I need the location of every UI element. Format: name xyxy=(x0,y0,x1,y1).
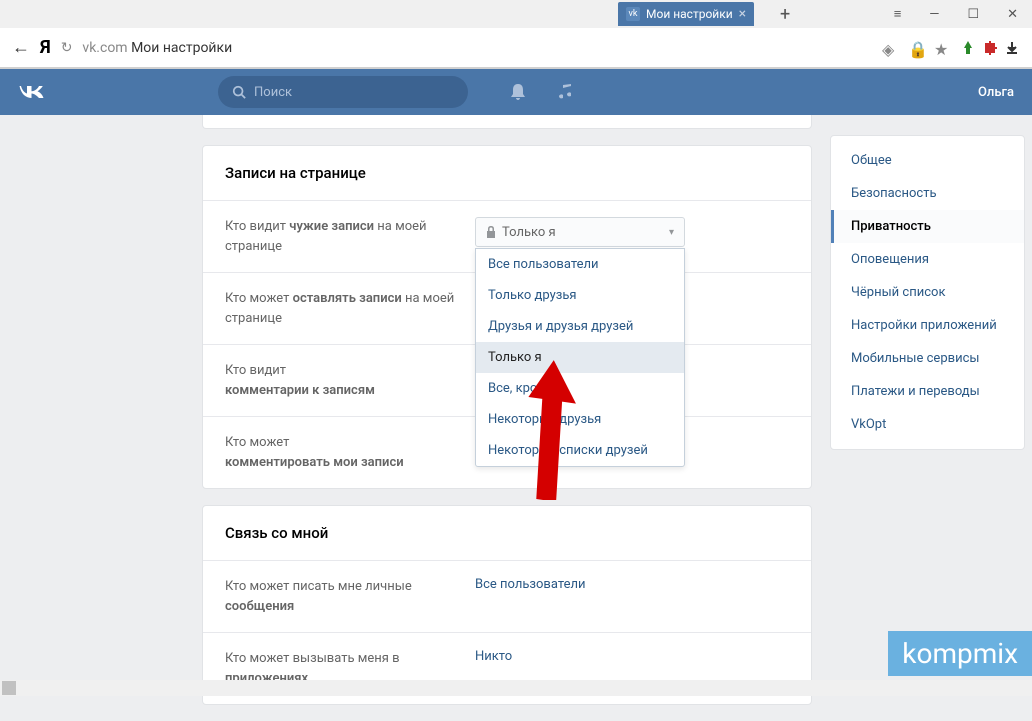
music-icon[interactable] xyxy=(556,82,576,102)
sidebar-menu: ОбщееБезопасностьПриватностьОповещенияЧё… xyxy=(830,135,1025,450)
notifications-icon[interactable] xyxy=(508,82,528,102)
tab-title: Мои настройки xyxy=(646,7,733,21)
dropdown: Только я ▾ Все пользователиТолько друзья… xyxy=(475,217,789,247)
vk-favicon: vk xyxy=(626,7,640,21)
contact-header: Связь со мной xyxy=(203,506,811,561)
setting-value[interactable]: Никто xyxy=(475,649,789,664)
horizontal-scrollbar[interactable] xyxy=(0,680,1032,696)
dropdown-option[interactable]: Только друзья xyxy=(476,280,684,311)
shield-icon[interactable]: ◈ xyxy=(882,40,898,56)
browser-chrome: vk Мои настройки × + ≡ — ☐ ✕ ← Я ↻ vk.co… xyxy=(0,0,1032,69)
setting-label: Кто может комментировать мои записи xyxy=(225,433,475,472)
sidebar-item[interactable]: VkOpt xyxy=(831,408,1024,441)
tab-bar: vk Мои настройки × + ≡ — ☐ ✕ xyxy=(0,0,1032,28)
minimize-icon[interactable]: — xyxy=(921,3,947,26)
bookmark-icon[interactable]: ★ xyxy=(934,40,950,56)
menu-icon[interactable]: ≡ xyxy=(886,2,910,26)
close-window-icon[interactable]: ✕ xyxy=(999,3,1026,26)
sidebar-item[interactable]: Настройки приложений xyxy=(831,309,1024,342)
dropdown-option[interactable]: Некоторые друзья xyxy=(476,404,684,435)
watermark: kompmix xyxy=(888,631,1032,676)
vk-header: Ольга xyxy=(0,69,1032,115)
yandex-logo[interactable]: Я xyxy=(40,37,51,58)
dropdown-option[interactable]: Все пользователи xyxy=(476,249,684,280)
dropdown-selected[interactable]: Только я ▾ xyxy=(475,217,685,247)
contact-section: Связь со мной Кто может писать мне личны… xyxy=(202,505,812,705)
sidebar-item[interactable]: Чёрный список xyxy=(831,276,1024,309)
sidebar-item[interactable]: Платежи и переводы xyxy=(831,375,1024,408)
lock-icon xyxy=(486,226,496,238)
search-box[interactable] xyxy=(218,76,468,108)
sidebar-item[interactable]: Общее xyxy=(831,144,1024,177)
address-bar-icons: ◈ 🔒 ★ xyxy=(882,40,1020,56)
setting-label: Кто видит чужие записи на моей странице xyxy=(225,217,475,256)
setting-value[interactable]: Все пользователи xyxy=(475,577,789,592)
dropdown-option[interactable]: Только я xyxy=(476,342,684,373)
download-icon[interactable] xyxy=(1004,40,1020,56)
page-body: Записи на странице Кто видит чужие запис… xyxy=(0,115,1032,721)
reload-icon[interactable]: ↻ xyxy=(61,40,73,56)
prev-card-edge xyxy=(202,115,812,129)
setting-label: Кто видит комментарии к записям xyxy=(225,361,475,400)
sidebar-item[interactable]: Приватность xyxy=(831,210,1024,243)
scrollbar-thumb[interactable] xyxy=(2,681,16,695)
sidebar-item[interactable]: Оповещения xyxy=(831,243,1024,276)
vk-logo[interactable] xyxy=(18,82,48,102)
main-content: Записи на странице Кто видит чужие запис… xyxy=(202,115,812,721)
back-button[interactable]: ← xyxy=(12,37,30,58)
setting-others-posts: Кто видит чужие записи на моей странице … xyxy=(203,201,811,273)
user-name[interactable]: Ольга xyxy=(978,85,1014,100)
sidebar-item[interactable]: Безопасность xyxy=(831,177,1024,210)
address-bar: ← Я ↻ vk.com Мои настройки ◈ 🔒 ★ xyxy=(0,28,1032,68)
setting-label: Кто может оставлять записи на моей стран… xyxy=(225,289,475,328)
tab-close-icon[interactable]: × xyxy=(739,6,746,22)
sidebar-item[interactable]: Мобильные сервисы xyxy=(831,342,1024,375)
posts-header: Записи на странице xyxy=(203,146,811,201)
url-display[interactable]: vk.com Мои настройки xyxy=(82,40,232,56)
puzzle-ext-icon[interactable] xyxy=(982,40,998,56)
dropdown-list: Все пользователиТолько друзьяДрузья и др… xyxy=(475,248,685,467)
browser-tab[interactable]: vk Мои настройки × xyxy=(618,2,754,26)
lock-icon[interactable]: 🔒 xyxy=(908,40,924,56)
dropdown-option[interactable]: Друзья и друзья друзей xyxy=(476,311,684,342)
search-input[interactable] xyxy=(254,85,454,100)
window-controls: ≡ — ☐ ✕ xyxy=(886,2,1026,26)
posts-section: Записи на странице Кто видит чужие запис… xyxy=(202,145,812,489)
search-icon xyxy=(232,85,246,99)
maximize-icon[interactable]: ☐ xyxy=(959,3,987,26)
chevron-down-icon: ▾ xyxy=(669,227,674,238)
dropdown-option[interactable]: Некоторые списки друзей xyxy=(476,435,684,466)
setting-messages: Кто может писать мне личные сообщения Вс… xyxy=(203,561,811,633)
extension-icons xyxy=(960,40,1020,56)
setting-label: Кто может писать мне личные сообщения xyxy=(225,577,475,616)
dropdown-option[interactable]: Все, кроме... xyxy=(476,373,684,404)
header-icons xyxy=(508,82,576,102)
new-tab-button[interactable]: + xyxy=(780,4,790,25)
download-ext-icon[interactable] xyxy=(960,40,976,56)
